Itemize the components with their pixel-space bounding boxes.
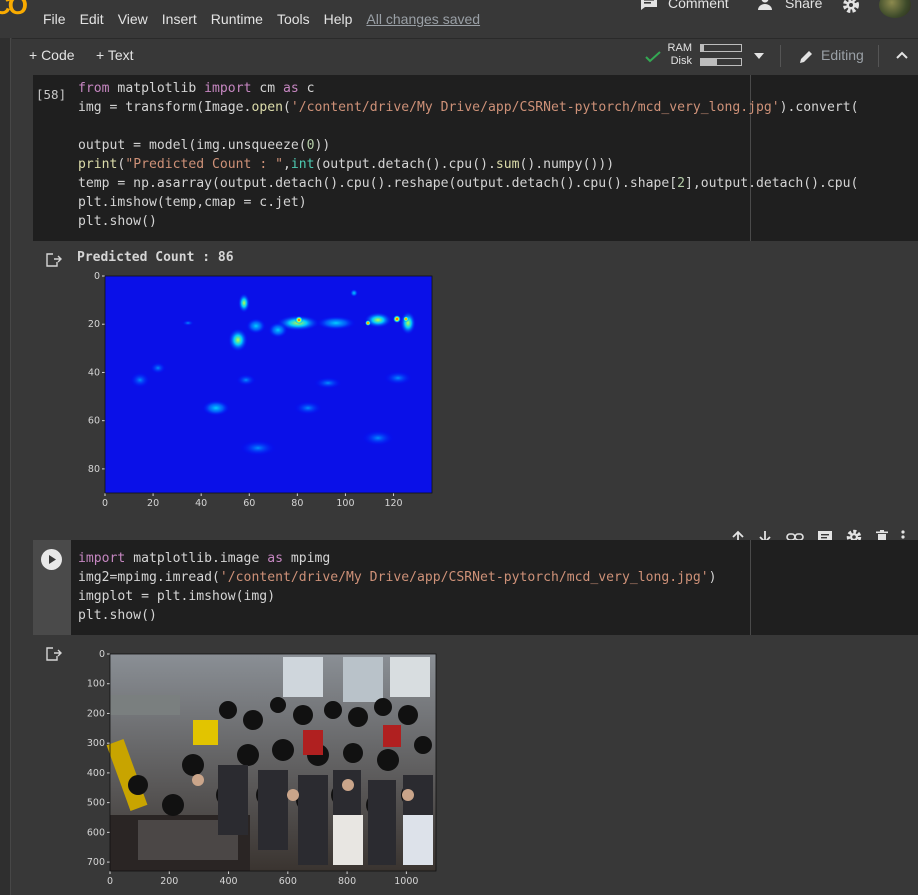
photo-y-tick-label: 500 bbox=[87, 798, 105, 809]
menu-file[interactable]: File bbox=[43, 11, 66, 27]
output-icon-2[interactable] bbox=[46, 647, 62, 661]
code-editor-1[interactable]: from matplotlib import cm as c img = tra… bbox=[78, 79, 918, 231]
code-editor-2[interactable]: import matplotlib.image as mpimg img2=mp… bbox=[78, 549, 918, 625]
crowd-photo bbox=[106, 654, 436, 871]
resource-labels: RAM Disk bbox=[664, 42, 692, 68]
photo-y-tick-label: 100 bbox=[87, 679, 105, 690]
photo-x-tick-label: 200 bbox=[160, 876, 178, 887]
photo-x-tick-label: 400 bbox=[219, 876, 237, 887]
resources-dropdown-icon[interactable] bbox=[754, 53, 764, 59]
menu-bar: File Edit View Insert Runtime Tools Help… bbox=[43, 11, 494, 27]
photo-y-tick-label: 300 bbox=[87, 738, 105, 749]
menu-view[interactable]: View bbox=[118, 11, 148, 27]
photo-y-tick-label: 400 bbox=[87, 768, 105, 779]
heatmap-x-tick-label: 40 bbox=[195, 498, 207, 509]
user-avatar[interactable] bbox=[879, 0, 911, 18]
ram-label: RAM bbox=[667, 42, 692, 54]
predicted-count-output: Predicted Count : 86 bbox=[77, 250, 234, 265]
photo-y-tick-label: 0 bbox=[99, 649, 105, 660]
comment-label: Comment bbox=[668, 0, 729, 11]
saved-status-link[interactable]: All changes saved bbox=[366, 11, 480, 27]
photo-x-tick-label: 800 bbox=[338, 876, 356, 887]
connected-check-icon bbox=[645, 51, 661, 63]
toolbar-divider-2 bbox=[878, 45, 879, 67]
menu-insert[interactable]: Insert bbox=[162, 11, 197, 27]
photo-y-tick-label: 700 bbox=[87, 857, 105, 868]
heatmap-x-tick-label: 80 bbox=[291, 498, 303, 509]
menu-edit[interactable]: Edit bbox=[80, 11, 104, 27]
share-button[interactable]: Share bbox=[757, 0, 822, 11]
disk-bar[interactable] bbox=[700, 58, 742, 66]
top-bar: CO File Edit View Insert Runtime Tools H… bbox=[0, 0, 918, 37]
heatmap-y-tick-label: 60 bbox=[88, 416, 100, 427]
share-people-icon bbox=[758, 0, 772, 10]
left-rail bbox=[0, 38, 11, 895]
heatmap-image bbox=[105, 276, 432, 493]
ram-bar[interactable] bbox=[700, 44, 742, 52]
play-icon bbox=[49, 555, 56, 564]
photo-x-tick-label: 600 bbox=[279, 876, 297, 887]
add-text-button[interactable]: + Text bbox=[96, 47, 134, 63]
pencil-icon bbox=[800, 51, 812, 63]
heatmap-x-tick-label: 120 bbox=[384, 498, 402, 509]
comment-icon bbox=[641, 0, 657, 10]
heatmap-y-tick-label: 40 bbox=[88, 367, 100, 378]
colab-logo[interactable]: CO bbox=[0, 0, 28, 21]
editing-mode-button[interactable]: Editing bbox=[821, 47, 864, 63]
collapse-header-icon[interactable] bbox=[896, 51, 908, 59]
photo-x-tick-label: 0 bbox=[107, 876, 113, 887]
share-label: Share bbox=[785, 0, 823, 11]
photo-y-tick-label: 600 bbox=[87, 827, 105, 838]
heatmap-x-tick-label: 20 bbox=[147, 498, 159, 509]
menu-runtime[interactable]: Runtime bbox=[211, 11, 263, 27]
output-icon[interactable] bbox=[46, 253, 62, 267]
heatmap-plot: 0 20 40 60 80 100 120 0 20 40 60 80 bbox=[88, 271, 433, 509]
heatmap-y-tick-label: 20 bbox=[88, 319, 100, 330]
menu-help[interactable]: Help bbox=[324, 11, 353, 27]
toolbar-divider bbox=[780, 45, 781, 67]
menu-tools[interactable]: Tools bbox=[277, 11, 310, 27]
settings-gear-icon[interactable] bbox=[842, 0, 860, 14]
heatmap-x-tick-label: 0 bbox=[102, 498, 108, 509]
comment-button[interactable]: Comment bbox=[640, 0, 729, 11]
heatmap-x-tick-label: 100 bbox=[336, 498, 354, 509]
heatmap-y-tick-label: 80 bbox=[88, 464, 100, 475]
execution-count: [58] bbox=[36, 87, 67, 102]
photo-x-tick-label: 1000 bbox=[394, 876, 418, 887]
run-cell-button[interactable] bbox=[41, 549, 62, 570]
heatmap-x-tick-label: 60 bbox=[243, 498, 255, 509]
photo-plot: 0 200 400 600 800 1000 0 100 200 300 400 500 600 700 bbox=[87, 649, 437, 887]
add-code-button[interactable]: + Code bbox=[29, 47, 75, 63]
heatmap-y-tick-label: 0 bbox=[94, 271, 100, 282]
photo-y-tick-label: 200 bbox=[87, 708, 105, 719]
notebook-toolbar: + Code + Text RAM Disk Editing bbox=[12, 38, 918, 72]
disk-label: Disk bbox=[670, 55, 692, 67]
